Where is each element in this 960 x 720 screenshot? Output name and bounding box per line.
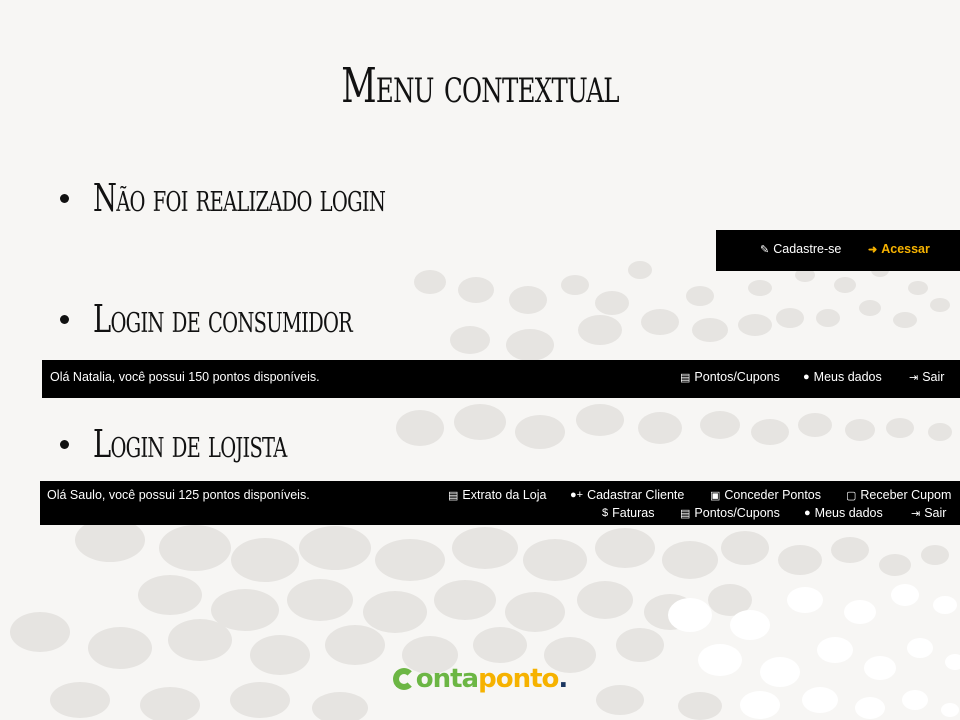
bullet-text: Login de consumidor <box>93 297 353 341</box>
menu-item-label: Sair <box>924 506 947 520</box>
guest-menu-bar: ✎ Cadastre-se ➜ Acessar <box>716 230 960 271</box>
file-icon: ▤ <box>448 489 459 502</box>
menu-item-label: Pontos/Cupons <box>694 370 780 384</box>
consumer-greeting: Olá Natalia, você possui 150 pontos disp… <box>50 370 320 384</box>
menu-item-register-client[interactable]: ●+ Cadastrar Cliente <box>570 488 684 502</box>
file-icon: ▤ <box>680 371 691 384</box>
edit-icon: ✎ <box>760 243 770 256</box>
logo-part-3: . <box>558 664 568 694</box>
dollar-icon: $ <box>602 507 609 519</box>
menu-item-label: Conceder Pontos <box>724 488 821 502</box>
sign-out-icon: ⇥ <box>909 371 919 384</box>
menu-item-label: Cadastrar Cliente <box>587 488 685 502</box>
menu-item-label: Sair <box>922 370 945 384</box>
bullet-marker <box>60 314 69 324</box>
menu-item-receive-coupon[interactable]: ▢ Receber Cupom <box>846 488 951 502</box>
money-icon: ▣ <box>710 489 721 502</box>
bullet-text: Não foi realizado login <box>93 176 386 220</box>
menu-item-label: Extrato da Loja <box>462 488 547 502</box>
login-link[interactable]: ➜ Acessar <box>868 242 930 256</box>
menu-item-store-statement[interactable]: ▤ Extrato da Loja <box>448 488 547 502</box>
consumer-menu-bar: Olá Natalia, você possui 150 pontos disp… <box>42 360 960 398</box>
bullet-marker <box>60 193 69 203</box>
menu-item-label: Receber Cupom <box>860 488 952 502</box>
login-label: Acessar <box>881 242 930 256</box>
menu-item-label: Meus dados <box>814 506 883 520</box>
menu-item-logout[interactable]: ⇥ Sair <box>911 506 946 520</box>
menu-item-invoices[interactable]: $ Faturas <box>602 506 655 520</box>
merchant-menu-bar: Olá Saulo, você possui 125 pontos dispon… <box>40 481 960 525</box>
add-user-icon: ●+ <box>570 489 584 501</box>
menu-item-label: Faturas <box>612 506 655 520</box>
menu-item-label: Meus dados <box>813 370 882 384</box>
bullet-merchant-login: Login de lojista <box>60 422 362 466</box>
user-icon: ● <box>804 507 811 519</box>
menu-item-grant-points[interactable]: ▣ Conceder Pontos <box>710 488 821 502</box>
menu-item-label: Pontos/Cupons <box>694 506 780 520</box>
logo-part-1: onta <box>415 664 479 694</box>
file-icon: ▤ <box>680 507 691 520</box>
bullet-marker <box>60 439 69 449</box>
menu-item-logout[interactable]: ⇥ Sair <box>909 370 944 384</box>
bullet-no-login: Não foi realizado login <box>60 176 499 220</box>
menu-item-points-coupons[interactable]: ▤ Pontos/Cupons <box>680 370 780 384</box>
user-icon: ● <box>803 371 810 383</box>
ticket-icon: ▢ <box>846 489 857 502</box>
logo-part-2: ponto <box>478 664 559 694</box>
bullet-consumer-login: Login de consumidor <box>60 297 453 341</box>
signup-label: Cadastre-se <box>773 242 842 256</box>
menu-item-points-coupons[interactable]: ▤ Pontos/Cupons <box>680 506 780 520</box>
merchant-greeting: Olá Saulo, você possui 125 pontos dispon… <box>47 488 310 502</box>
signup-link[interactable]: ✎ Cadastre-se <box>760 242 841 256</box>
menu-item-my-data[interactable]: ● Meus dados <box>803 370 882 384</box>
slide-title: Menu contextual <box>341 58 619 114</box>
logo-c-mark <box>392 668 415 690</box>
sign-out-icon: ⇥ <box>911 507 921 520</box>
menu-item-my-data[interactable]: ● Meus dados <box>804 506 883 520</box>
contaponto-logo: ontaponto. <box>0 664 960 694</box>
sign-in-icon: ➜ <box>868 243 878 256</box>
bullet-text: Login de lojista <box>93 422 287 466</box>
